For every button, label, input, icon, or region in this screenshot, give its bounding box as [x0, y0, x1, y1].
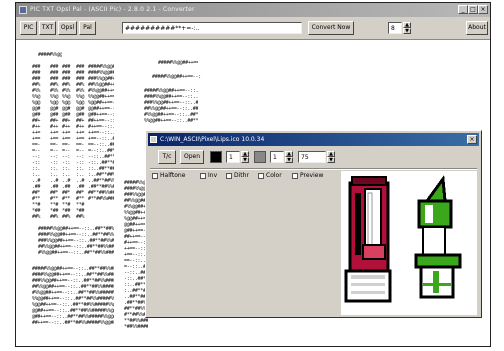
- foreground-color-swatch[interactable]: [210, 151, 222, 163]
- value3-input[interactable]: 75: [298, 151, 326, 163]
- preview-checkbox[interactable]: Preview: [292, 171, 323, 181]
- ascii-art-left-inner3: ### ### ### ##% #%% %%@ %@@ @@# @## ##+ …: [76, 64, 85, 220]
- pal-button[interactable]: Pal: [79, 21, 96, 35]
- ascii-art-left-mid: #####%%@@##++==--::..##**##%% ####%%@@##…: [38, 226, 114, 256]
- ascii-art-right-tip: #####%%@@##++==: [158, 60, 198, 66]
- convert-button[interactable]: Convert Now: [308, 21, 354, 35]
- dialog-icon: [150, 136, 157, 143]
- size-input[interactable]: 8: [388, 22, 402, 34]
- halftone-checkbox[interactable]: Halftone: [152, 171, 185, 181]
- opsl-button[interactable]: Opsl: [58, 21, 77, 35]
- minimize-button[interactable]: _: [458, 5, 468, 14]
- checkbox-box: [258, 172, 264, 179]
- dialog-title-bar[interactable]: C:\WIN_ASCII\Pixel\Lips.ico 10.0.34 ×: [148, 133, 479, 146]
- value1-down-icon[interactable]: ▼: [241, 157, 249, 163]
- checkbox-box: [226, 172, 232, 179]
- ascii-art-left-right: #####%%@@# ####%%@@## ###%%@@##+ ##%%@@#…: [88, 64, 114, 202]
- ascii-art-left-inner: ### ### ### ##% #%% %%@ %@@ @@# @## ##+ …: [50, 64, 59, 220]
- ascii-art-cap-top: #####%%@@: [38, 52, 62, 58]
- about-button[interactable]: About: [466, 21, 488, 35]
- dialog-separator: [150, 168, 477, 170]
- ascii-art-left-base: #####%%@@##++==--::..##**##%%## ####%%@@…: [32, 266, 114, 326]
- checkbox-box: [152, 172, 158, 179]
- value3-down-icon[interactable]: ▼: [327, 157, 335, 163]
- lipstick-preview-icon: [344, 174, 462, 303]
- inv-checkbox[interactable]: Inv: [200, 171, 217, 181]
- checkbox-box: [200, 172, 206, 179]
- ascii-art-left-inner2: ### ### ### ##% #%% %%@ %@@ @@# @## ##+ …: [62, 64, 71, 220]
- txt-button[interactable]: TXT: [39, 21, 56, 35]
- color-checkbox[interactable]: Color: [258, 171, 282, 181]
- ascii-art-right-body: #####%%@@##++==--::. ####%%@@##++==--::.…: [144, 88, 198, 124]
- maximize-button[interactable]: □: [468, 5, 478, 14]
- value1-input[interactable]: 1: [226, 151, 240, 163]
- dithr-checkbox[interactable]: Dithr: [226, 171, 249, 181]
- close-button[interactable]: ×: [478, 5, 488, 14]
- dialog-title: C:\WIN_ASCII\Pixel\Lips.ico 10.0.34: [160, 136, 265, 143]
- checkbox-box: [292, 172, 298, 179]
- tc-button[interactable]: T/c: [158, 150, 176, 164]
- pic-button[interactable]: PIC: [20, 21, 37, 35]
- ascii-art-right-tip2: #####%%@@##++==--::: [152, 74, 202, 80]
- image-preview: [341, 171, 477, 315]
- background-color-swatch[interactable]: [254, 151, 266, 163]
- app-icon[interactable]: [19, 6, 27, 14]
- window-title: PIC TXT Opsl Pal - (ASCII Pic) - 2.8.0 2…: [30, 6, 195, 13]
- preview-dialog: C:\WIN_ASCII\Pixel\Lips.ico 10.0.34 × T/…: [145, 130, 482, 318]
- title-bar[interactable]: PIC TXT Opsl Pal - (ASCII Pic) - 2.8.0 2…: [16, 3, 490, 17]
- toolbar: PIC TXT Opsl Pal ##########**+=-:.. Conv…: [16, 17, 490, 40]
- ascii-art-left-edge: ### ### ### ##% #%% %%@ %@@ @@# @## ##+ …: [32, 64, 41, 220]
- value2-down-icon[interactable]: ▼: [285, 157, 293, 163]
- charset-input[interactable]: ##########**+=-:..: [122, 22, 302, 34]
- value2-input[interactable]: 1: [270, 151, 284, 163]
- size-down-icon[interactable]: ▼: [403, 28, 411, 34]
- open-button[interactable]: Open: [180, 150, 204, 164]
- dialog-close-button[interactable]: ×: [467, 135, 477, 144]
